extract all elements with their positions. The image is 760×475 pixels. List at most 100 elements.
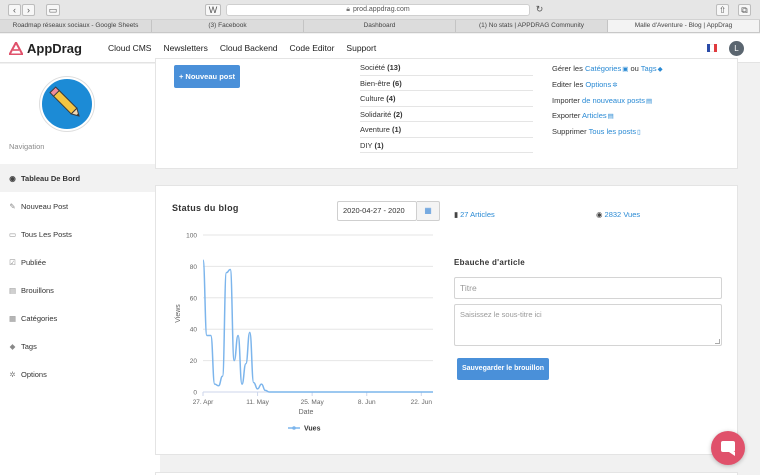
category-list: Société (13) Bien-être (6) Culture (4) Soli… — [360, 60, 533, 153]
browser-tab[interactable]: Malle d'Aventure - Blog | AppDrag — [608, 20, 760, 32]
category-row: Société (13) — [360, 60, 533, 76]
y-axis-label: Views — [175, 304, 182, 323]
y-tick-label: 20 — [190, 358, 198, 365]
menu-item-support[interactable]: Support — [346, 43, 376, 53]
reader-icon[interactable]: W — [205, 4, 221, 16]
export-link[interactable]: Articles — [582, 111, 607, 120]
import-row: Importer de nouveaux posts▤ — [552, 96, 663, 112]
category-name: Solidarité — [360, 109, 392, 119]
sidebar-item-label: Catégories — [21, 313, 58, 323]
menu-item-code-editor[interactable]: Code Editor — [290, 43, 335, 53]
menu-item-cloud-backend[interactable]: Cloud Backend — [220, 43, 278, 53]
chat-icon — [721, 441, 735, 456]
browser-tab[interactable]: Roadmap réseaux sociaux - Google Sheets — [0, 20, 152, 32]
appdrag-logo-icon — [9, 42, 23, 55]
or-label: ou — [630, 64, 639, 73]
x-tick-label: 25. May — [301, 399, 325, 406]
share-icon[interactable]: ⇧ — [716, 4, 729, 16]
menu-item-cloud-cms[interactable]: Cloud CMS — [108, 43, 151, 53]
sidebar-item[interactable]: ◆ Tags — [0, 332, 160, 360]
category-name: Société — [360, 63, 386, 72]
sidebar-item-label: Tags — [21, 341, 37, 351]
sidebar-item-label: Options — [21, 369, 47, 379]
browser-tab[interactable]: Dashboard — [304, 20, 456, 32]
sidebar-item[interactable]: ✲ Options — [0, 360, 160, 388]
tags-icon: ◆ — [657, 66, 663, 73]
category-row: Aventure (1) — [360, 122, 533, 138]
export-row: Exporter Articles▤ — [552, 111, 663, 127]
sidebar-item[interactable]: ▦ Catégories — [0, 304, 160, 332]
series-line — [202, 259, 433, 393]
category-count: (2) — [393, 109, 403, 119]
sidebar-item[interactable]: ✎ Nouveau Post — [0, 192, 160, 220]
tag-icon: ◆ — [9, 341, 16, 351]
x-tick-label: 22. Jun — [411, 399, 433, 406]
folder-icon: ▭ — [8, 229, 17, 239]
category-row: DIY (1) — [360, 138, 533, 153]
file-icon: ▤ — [8, 285, 17, 295]
import-link[interactable]: de nouveaux posts — [582, 96, 645, 105]
edit-label: Editer les — [552, 79, 584, 89]
tags-link[interactable]: Tags — [641, 64, 657, 73]
sidebar-item-label: Brouillons — [21, 285, 54, 295]
edit-icon: ✎ — [9, 201, 16, 211]
options-link[interactable]: Options — [585, 80, 611, 89]
categories-link[interactable]: Catégories — [585, 64, 621, 73]
menu-item-newsletters[interactable]: Newsletters — [163, 43, 207, 53]
browser-tabs: Roadmap réseaux sociaux - Google Sheets(… — [0, 20, 760, 33]
date-range-input[interactable]: 2020-04-27 - 2020 — [337, 201, 417, 221]
sidebar-item[interactable]: ▤ Brouillons — [0, 276, 160, 304]
legend-label: Vues — [304, 426, 321, 433]
logo-text: AppDrag — [27, 41, 82, 56]
save-draft-button[interactable]: Sauvegarder le brouillon — [457, 358, 549, 380]
sidebar-item[interactable]: ☑ Publiée — [0, 248, 160, 276]
articles-count[interactable]: ▮ 27 Articles — [454, 210, 495, 219]
back-icon[interactable]: ‹ — [8, 4, 21, 16]
logo[interactable]: AppDrag — [9, 41, 82, 56]
lock-icon: 🔒︎ — [346, 6, 350, 13]
french-flag-icon[interactable] — [707, 44, 717, 52]
sidebar-item-label: Tableau De Bord — [21, 173, 81, 183]
blog-status-title: Status du blog — [172, 203, 239, 213]
new-post-button[interactable]: + Nouveau post — [174, 65, 240, 88]
resize-handle-icon[interactable] — [715, 339, 720, 344]
reload-icon[interactable]: ↻ — [533, 4, 546, 16]
address-bar[interactable]: 🔒︎ prod.appdrag.com — [226, 4, 530, 16]
blog-status-card: Status du blog 2020-04-27 - 2020 ▦ ▮ 27 A… — [155, 185, 738, 455]
y-tick-label: 0 — [193, 390, 197, 397]
blog-actions: Gérer les Catégories▣ ou Tags◆ Editer le… — [552, 64, 663, 143]
category-count: (4) — [386, 94, 396, 103]
manage-label: Gérer les — [552, 64, 583, 73]
calendar-icon[interactable]: ▦ — [417, 201, 440, 221]
category-row: Bien-être (6) — [360, 76, 533, 91]
category-row: Solidarité (2) — [360, 107, 533, 122]
chat-button[interactable] — [711, 431, 745, 465]
sidebar-item-label: Nouveau Post — [21, 201, 69, 211]
category-name: Culture — [360, 94, 385, 103]
category-count: (1) — [374, 140, 384, 150]
tabs-overview-icon[interactable]: ⧉ — [738, 4, 751, 16]
subtitle-textarea[interactable]: Saisissez le sous-titre ici — [454, 304, 722, 346]
y-tick-label: 100 — [186, 233, 197, 240]
draft-title: Ebauche d'article — [454, 258, 526, 267]
avatar[interactable]: L — [729, 41, 744, 56]
file-icon: ▤ — [607, 113, 614, 121]
sidebar-item-label: Publiée — [21, 257, 47, 267]
sidebar-toggle-icon[interactable]: ▭ — [46, 4, 60, 16]
y-tick-label: 40 — [190, 327, 198, 334]
manage-row: Gérer les Catégories▣ ou Tags◆ — [552, 64, 663, 80]
title-input[interactable]: Titre — [454, 277, 722, 299]
category-name: Aventure — [360, 125, 390, 134]
x-tick-label: 8. Jun — [358, 399, 376, 406]
browser-tab[interactable]: (3) Facebook — [152, 20, 304, 32]
forward-icon[interactable]: › — [22, 4, 35, 16]
check-square-icon: ☑ — [9, 257, 16, 267]
delete-all-link[interactable]: Tous les posts — [589, 127, 637, 136]
sidebar-item[interactable]: ▭ Tous Les Posts — [0, 220, 160, 248]
category-row: Culture (4) — [360, 91, 533, 107]
nav-title: Navigation — [9, 142, 45, 151]
subtitle-placeholder: Saisissez le sous-titre ici — [460, 310, 542, 319]
file-icon: ▤ — [646, 97, 653, 105]
sidebar-item[interactable]: ◉ Tableau De Bord — [0, 164, 160, 192]
browser-tab[interactable]: (1) No stats | APPDRAG Community — [456, 20, 608, 32]
